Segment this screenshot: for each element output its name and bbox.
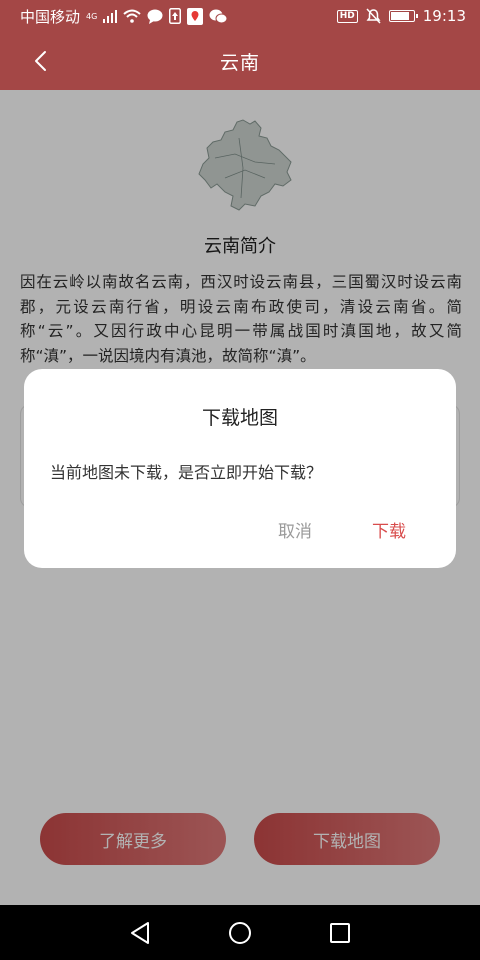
battery-icon <box>388 10 418 22</box>
network-type: 4G <box>86 11 98 21</box>
nav-back-button[interactable] <box>120 913 160 953</box>
app-bar: 云南 <box>0 32 480 90</box>
download-dialog: 下载地图 当前地图未下载，是否立即开始下载？ 取消 下载 <box>24 369 456 568</box>
dialog-title: 下载地图 <box>201 407 278 429</box>
chevron-left-icon <box>35 51 46 71</box>
page-title: 云南 <box>219 51 260 74</box>
system-nav-bar <box>0 905 480 960</box>
dialog-message: 当前地图未下载，是否立即开始下载？ <box>50 463 323 482</box>
wifi-icon <box>123 9 141 23</box>
status-left: 中国移动 4G <box>20 6 228 27</box>
message-icon <box>147 9 163 24</box>
battery-level <box>390 12 409 20</box>
triangle-back-icon <box>131 921 149 944</box>
circle-home-icon <box>229 921 251 944</box>
mute-icon <box>366 8 381 24</box>
dialog-download-button[interactable]: 下载 <box>372 517 406 542</box>
square-recents-icon <box>330 922 350 943</box>
status-bar: 中国移动 4G HD 19:13 <box>0 0 480 32</box>
wechat-icon <box>209 9 228 24</box>
hd-badge: HD <box>336 9 358 23</box>
signal-icon <box>103 9 118 23</box>
status-right: HD 19:13 <box>336 7 466 25</box>
upload-icon <box>169 8 182 24</box>
carrier-label: 中国移动 <box>20 7 81 26</box>
clock: 19:13 <box>422 7 466 25</box>
back-button[interactable] <box>26 47 54 75</box>
dialog-cancel-button[interactable]: 取消 <box>278 517 312 542</box>
nav-recents-button[interactable] <box>320 913 360 953</box>
nav-home-button[interactable] <box>220 913 260 953</box>
map-pin-icon <box>187 7 204 25</box>
